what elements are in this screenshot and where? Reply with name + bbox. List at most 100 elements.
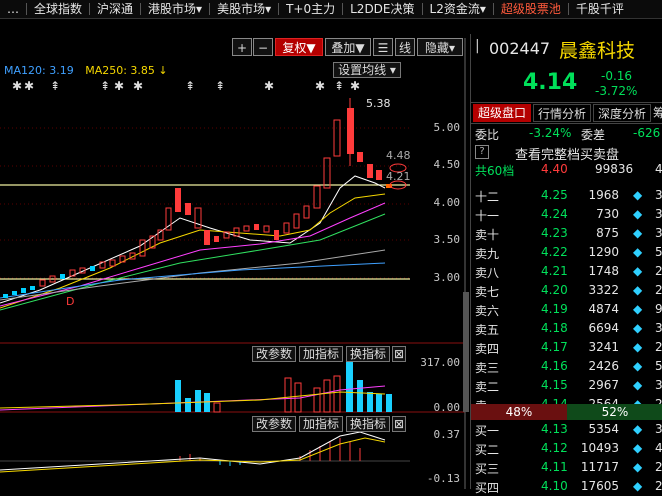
ma-settings-button[interactable]: 设置均线 ▾ <box>333 62 401 78</box>
zoom-in-button[interactable]: + <box>232 38 252 56</box>
weicha-value: -626 <box>633 126 661 140</box>
vol-add-indicator-button[interactable]: 加指标 <box>299 346 343 362</box>
menu-item[interactable]: 全球指数 <box>27 0 89 18</box>
ask-row[interactable]: 卖七 4.20 3322 ◆ 2 <box>471 281 662 300</box>
level-extra: 2 <box>655 460 662 474</box>
level-extra: 2 <box>655 264 662 278</box>
svg-text:✱: ✱ <box>350 79 360 93</box>
level-volume: 1968 <box>588 188 619 202</box>
splitter-handle[interactable] <box>463 292 469 412</box>
svg-text:⇞: ⇞ <box>100 79 110 93</box>
ask-row[interactable]: 十一 4.24 730 ◆ 3 <box>471 205 662 224</box>
vol-switch-indicator-button[interactable]: 换指标 <box>346 346 390 362</box>
level-price: 4.10 <box>541 479 568 493</box>
level-label: 卖三 <box>475 361 500 375</box>
menu-item[interactable]: 千股千评 <box>569 0 631 18</box>
level-price: 4.21 <box>541 264 568 278</box>
level-volume: 5354 <box>588 422 619 436</box>
ask-row[interactable]: 卖六 4.19 4874 ◆ 9 <box>471 300 662 319</box>
macd-switch-indicator-button[interactable]: 换指标 <box>346 416 390 432</box>
bid-row[interactable]: 买一 4.13 5354 ◆ 3 <box>471 420 662 439</box>
level-price: 4.13 <box>541 422 568 436</box>
level-price: 4.15 <box>541 378 568 392</box>
collapse-icon[interactable]: | <box>475 38 480 54</box>
bid-row[interactable]: 买三 4.11 11717 ◆ 2 <box>471 458 662 477</box>
level-extra: 9 <box>655 302 662 316</box>
svg-text:⇞: ⇞ <box>50 79 60 93</box>
menu-item[interactable]: 沪深通 <box>90 0 140 18</box>
svg-text:⇞: ⇞ <box>185 79 195 93</box>
level-label: 卖五 <box>475 323 500 337</box>
macd-axis-bottom: -0.13 <box>426 472 460 485</box>
sell-ratio: 52% <box>567 404 662 420</box>
menu-item[interactable]: 港股市场▾ <box>141 0 209 18</box>
ask-row[interactable]: 卖四 4.17 3241 ◆ 2 <box>471 338 662 357</box>
macd-add-indicator-button[interactable]: 加指标 <box>299 416 343 432</box>
macd-axis-top: 0.37 <box>433 428 461 441</box>
total-levels-vol: 99836 <box>595 162 634 176</box>
level-mark: ◆ <box>633 245 643 259</box>
level-label: 十一 <box>475 209 500 223</box>
level-volume: 730 <box>596 207 619 221</box>
overlay-button[interactable]: 叠加▼ <box>325 38 371 56</box>
level-label: 卖七 <box>475 285 500 299</box>
level-mark: ◆ <box>633 359 643 373</box>
ask-row[interactable]: 卖十 4.23 875 ◆ 3 <box>471 224 662 243</box>
macd-close-icon[interactable]: ⊠ <box>392 416 406 432</box>
price-annotation: 4.48 <box>386 149 411 162</box>
hide-button[interactable]: 隐藏▾ <box>417 38 463 56</box>
stock-name: 晨鑫科技 <box>559 40 636 62</box>
tab-market-analysis[interactable]: 行情分析 <box>533 104 591 122</box>
svg-text:✱: ✱ <box>12 79 22 93</box>
ask-row[interactable]: 卖九 4.22 1290 ◆ 5 <box>471 243 662 262</box>
expand-icon[interactable]: ? <box>475 145 489 159</box>
menu-item[interactable]: T+0主力 <box>279 0 342 18</box>
level-label: 买一 <box>475 424 500 438</box>
total-levels-extra: 4 <box>655 162 662 176</box>
vol-close-icon[interactable]: ⊠ <box>392 346 406 362</box>
line-button[interactable]: 线 <box>395 38 415 56</box>
level-label: 卖二 <box>475 380 500 394</box>
bid-row[interactable]: 买二 4.12 10493 ◆ 4 <box>471 439 662 458</box>
svg-text:✱: ✱ <box>315 79 325 93</box>
ask-row[interactable]: 卖二 4.15 2967 ◆ 3 <box>471 376 662 395</box>
menu-item[interactable]: L2资金流▾ <box>423 0 493 18</box>
fuquan-button[interactable]: 复权▼ <box>275 38 323 56</box>
level-mark: ◆ <box>633 460 643 474</box>
tab-more[interactable]: 筹 <box>653 104 662 122</box>
svg-text:✱: ✱ <box>114 79 124 93</box>
macd-change-params-button[interactable]: 改参数 <box>252 416 296 432</box>
level-mark: ◆ <box>633 479 643 493</box>
level-volume: 875 <box>596 226 619 240</box>
level-volume: 6694 <box>588 321 619 335</box>
menu-item[interactable]: 美股市场▾ <box>210 0 278 18</box>
level-extra: 3 <box>655 422 662 436</box>
total-levels-price: 4.40 <box>541 162 568 176</box>
total-levels-row: 共60档 4.40 99836 4 <box>471 160 662 179</box>
menu-item[interactable]: 超级股票池 <box>494 0 568 18</box>
bid-row[interactable]: 买四 4.10 17605 ◆ 2 <box>471 477 662 496</box>
ask-row[interactable]: 卖五 4.18 6694 ◆ 3 <box>471 319 662 338</box>
vol-change-params-button[interactable]: 改参数 <box>252 346 296 362</box>
svg-text:✱: ✱ <box>24 79 34 93</box>
ask-row[interactable]: 十二 4.25 1968 ◆ 3 <box>471 186 662 205</box>
level-extra: 3 <box>655 378 662 392</box>
zoom-out-button[interactable]: − <box>253 38 273 56</box>
menu-item[interactable]: … <box>0 0 26 18</box>
level-mark: ◆ <box>633 302 643 316</box>
menu-item[interactable]: L2DDE决策 <box>343 0 421 18</box>
ask-row[interactable]: 卖三 4.16 2426 ◆ 5 <box>471 357 662 376</box>
menu-icon[interactable]: ☰ <box>373 38 393 56</box>
level-price: 4.23 <box>541 226 568 240</box>
tab-deep-analysis[interactable]: 深度分析 <box>593 104 651 122</box>
level-mark: ◆ <box>633 207 643 221</box>
level-extra: 3 <box>655 207 662 221</box>
ask-row[interactable]: 卖八 4.21 1748 ◆ 2 <box>471 262 662 281</box>
level-price: 4.22 <box>541 245 568 259</box>
vol-axis-bottom: 0.00 <box>433 401 461 414</box>
weibi-label: 委比 <box>475 128 500 142</box>
tab-super-order[interactable]: 超级盘口 <box>473 104 531 122</box>
tab-bar: 超级盘口 行情分析 深度分析 筹 <box>471 102 662 124</box>
buy-ratio: 48% <box>471 404 567 420</box>
level-mark: ◆ <box>633 378 643 392</box>
